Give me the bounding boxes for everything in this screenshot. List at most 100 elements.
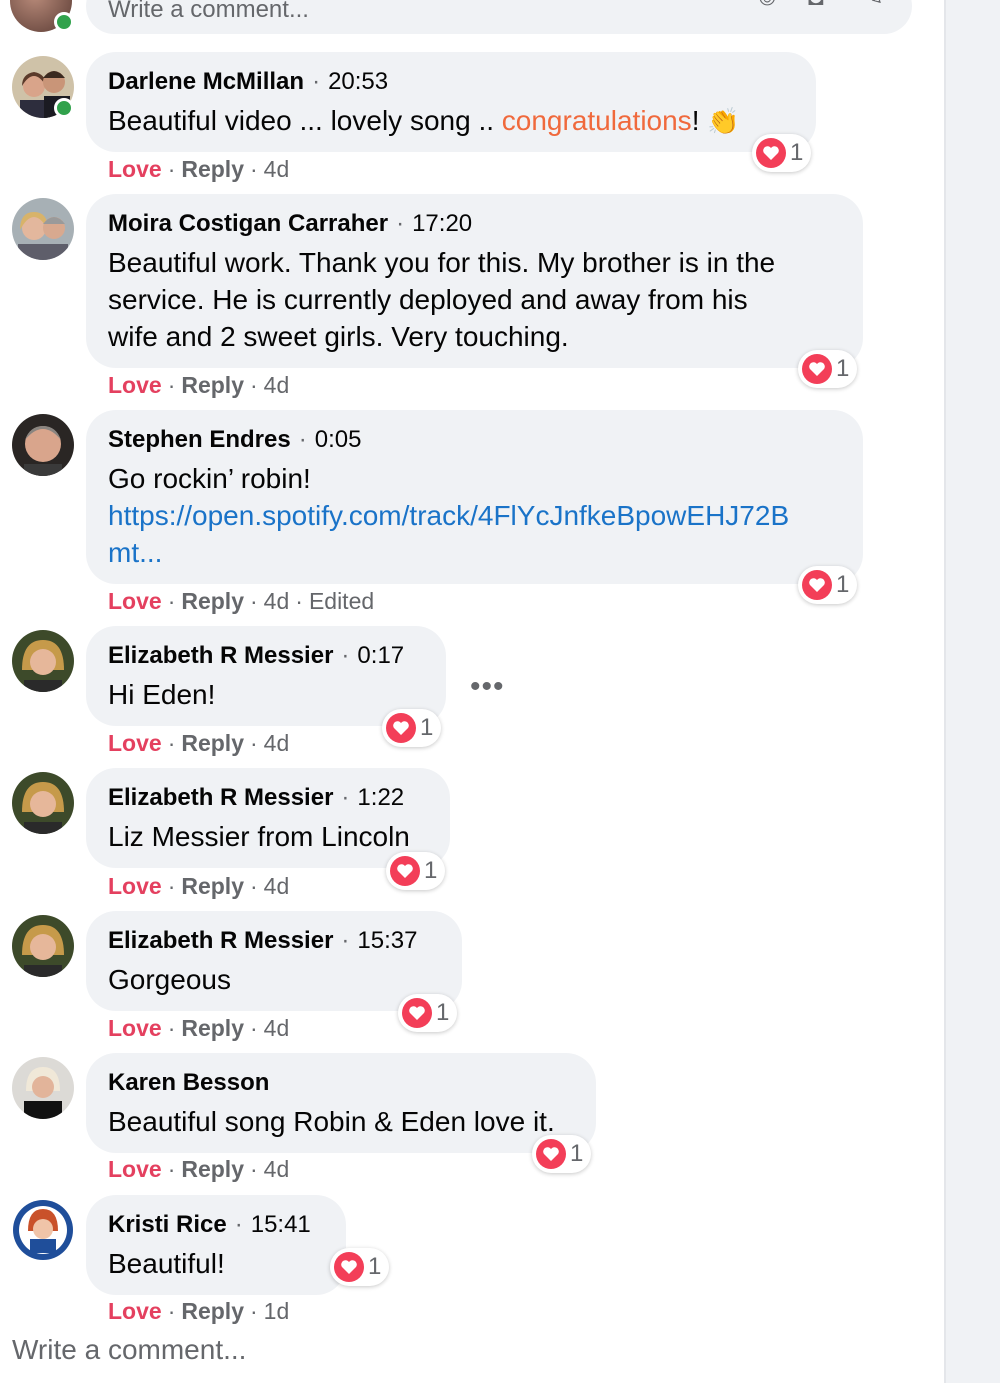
comment-bubble: Stephen Endres · 0:05 Go rockin’ robin! ht… (86, 410, 863, 584)
comment-actions: Love · Reply · 4d · Edited (108, 588, 374, 615)
avatar[interactable] (12, 1199, 74, 1261)
separator-dot: · (312, 68, 321, 95)
reply-button[interactable]: Reply (181, 372, 244, 398)
separator-dot: · (167, 156, 176, 182)
commenter-name[interactable]: Darlene McMillan (108, 68, 304, 95)
online-status-dot (54, 98, 74, 118)
comment-time[interactable]: 17:20 (412, 210, 472, 237)
reply-button[interactable]: Reply (181, 730, 244, 756)
comment-actions: Love · Reply · 4d (108, 372, 289, 399)
clapping-hands-icon: 👏 (707, 106, 740, 136)
commenter-name[interactable]: Stephen Endres (108, 426, 291, 453)
reaction-summary[interactable]: 1 (798, 350, 858, 388)
sticker-icon[interactable]: ✎ (862, 0, 892, 10)
heart-reaction-icon (536, 1139, 566, 1169)
separator-dot: · (250, 1156, 258, 1182)
comment-meta: Darlene McMillan · 20:53 (108, 68, 388, 96)
reaction-summary[interactable]: 1 (532, 1135, 592, 1173)
separator-dot: · (341, 927, 350, 954)
avatar[interactable] (12, 1057, 74, 1119)
love-button[interactable]: Love (108, 873, 162, 899)
avatar[interactable] (12, 915, 74, 977)
comment-text: Gorgeous (108, 964, 231, 995)
reaction-summary[interactable]: 1 (382, 709, 442, 747)
commenter-name[interactable]: Karen Besson (108, 1069, 269, 1096)
comment-time[interactable]: 15:41 (251, 1211, 311, 1238)
comment-age[interactable]: 4d (264, 588, 290, 614)
love-button[interactable]: Love (108, 730, 162, 756)
reaction-summary[interactable]: 1 (398, 994, 458, 1032)
comment-meta: Stephen Endres · 0:05 (108, 426, 361, 454)
separator-dot: · (298, 426, 307, 453)
comment-meta: Moira Costigan Carraher · 17:20 (108, 210, 472, 238)
comment-age[interactable]: 4d (264, 1156, 290, 1182)
love-button[interactable]: Love (108, 156, 162, 182)
separator-dot: · (250, 588, 258, 614)
spotify-link[interactable]: https://open.spotify.com/track/4FlYcJnfk… (108, 497, 789, 534)
comment-age[interactable]: 4d (264, 372, 290, 398)
comment-text-line: Beautiful work. Thank you for this. My b… (108, 247, 776, 278)
comment-age[interactable]: 4d (264, 1015, 290, 1041)
comment-time[interactable]: 0:05 (315, 426, 362, 453)
edited-label[interactable]: Edited (309, 588, 374, 614)
spotify-link-continued[interactable]: mt... (108, 534, 789, 571)
separator-dot: · (167, 1298, 176, 1324)
comment-bubble: Darlene McMillan · 20:53 Beautiful video .… (86, 52, 816, 152)
reply-button[interactable]: Reply (181, 156, 244, 182)
comment-text-line: wife and 2 sweet girls. Very touching. (108, 321, 569, 352)
avatar[interactable] (12, 630, 74, 692)
avatar[interactable] (12, 414, 74, 476)
right-rail (944, 0, 1000, 1383)
online-status-dot (54, 12, 74, 32)
comment-actions: Love · Reply · 4d (108, 156, 289, 183)
comment-actions: Love · Reply · 4d (108, 1015, 289, 1042)
reply-button[interactable]: Reply (181, 1156, 244, 1182)
comment-age[interactable]: 4d (264, 873, 290, 899)
love-button[interactable]: Love (108, 1015, 162, 1041)
emoji-icon[interactable]: ☺ (754, 0, 784, 10)
reaction-summary[interactable]: 1 (330, 1248, 390, 1286)
more-options-icon[interactable]: ••• (470, 670, 505, 704)
comment-age[interactable]: 1d (264, 1298, 290, 1324)
separator-dot: · (167, 1015, 176, 1041)
comment-time[interactable]: 15:37 (357, 927, 417, 954)
comment-age[interactable]: 4d (264, 730, 290, 756)
reaction-count: 1 (836, 571, 850, 598)
comment-time[interactable]: 0:17 (357, 642, 404, 669)
separator-dot: · (167, 372, 176, 398)
comment-input-top[interactable]: Write a comment... ☺ ◘ ✎ (86, 0, 912, 34)
comment-text: Beautiful video ... lovely song .. congr… (108, 102, 740, 140)
commenter-name[interactable]: Elizabeth R Messier (108, 642, 333, 669)
avatar[interactable] (12, 772, 74, 834)
commenter-name[interactable]: Moira Costigan Carraher (108, 210, 388, 237)
comment-bubble: Moira Costigan Carraher · 17:20 Beautiful … (86, 194, 863, 368)
love-button[interactable]: Love (108, 588, 162, 614)
love-button[interactable]: Love (108, 372, 162, 398)
camera-icon[interactable]: ◘ (808, 0, 838, 10)
comment-age[interactable]: 4d (264, 156, 290, 182)
reaction-count: 1 (836, 355, 850, 382)
avatar[interactable] (12, 198, 74, 260)
commenter-name[interactable]: Elizabeth R Messier (108, 927, 333, 954)
love-button[interactable]: Love (108, 1298, 162, 1324)
commenter-name[interactable]: Kristi Rice (108, 1211, 227, 1238)
reply-button[interactable]: Reply (181, 588, 244, 614)
reaction-summary[interactable]: 1 (386, 852, 446, 890)
reply-button[interactable]: Reply (181, 873, 244, 899)
comment-time[interactable]: 20:53 (328, 68, 388, 95)
heart-reaction-icon (334, 1252, 364, 1282)
comment-meta: Karen Besson (108, 1069, 269, 1097)
comment-input-placeholder: Write a comment... (108, 0, 309, 23)
reply-button[interactable]: Reply (181, 1298, 244, 1324)
comment-input-bottom[interactable]: Write a comment... (12, 1334, 246, 1366)
reply-button[interactable]: Reply (181, 1015, 244, 1041)
reaction-summary[interactable]: 1 (752, 134, 812, 172)
reaction-summary[interactable]: 1 (798, 566, 858, 604)
comment-time[interactable]: 1:22 (357, 784, 404, 811)
reaction-count: 1 (570, 1140, 584, 1167)
love-button[interactable]: Love (108, 1156, 162, 1182)
separator-dot: · (250, 873, 258, 899)
commenter-name[interactable]: Elizabeth R Messier (108, 784, 333, 811)
avatar-photo (12, 1057, 74, 1119)
separator-dot: · (250, 730, 258, 756)
